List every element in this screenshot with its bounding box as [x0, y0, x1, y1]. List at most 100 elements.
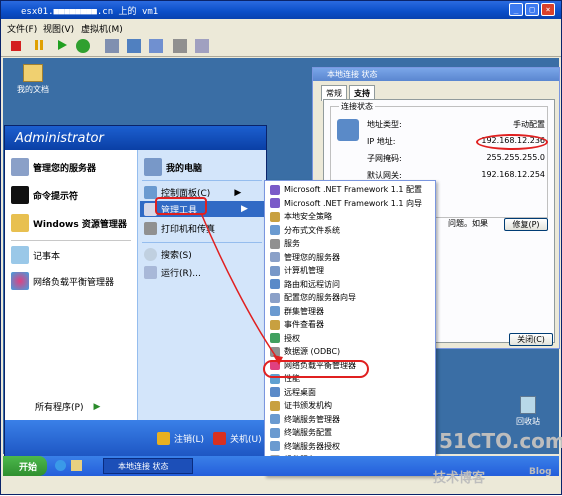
separator — [142, 242, 262, 243]
arrow-right-icon: ▶ — [93, 401, 101, 412]
tool-label: 授权 — [284, 333, 300, 343]
admin-tool-item[interactable]: 群集管理器 — [267, 305, 433, 319]
computer-icon — [144, 158, 162, 176]
admin-tool-item[interactable]: Microsoft .NET Framework 1.1 配置 — [267, 183, 433, 197]
admin-tool-item[interactable]: 计算机管理 — [267, 264, 433, 278]
start-item-admin-tools[interactable]: 管理工具 ▶ — [140, 201, 267, 217]
item-label: 我的电脑 — [166, 163, 203, 174]
explorer-folder-icon — [11, 214, 29, 232]
settings-icon[interactable] — [195, 39, 209, 53]
tool-icon — [270, 360, 280, 371]
start-item-run[interactable]: 运行(R)... — [144, 266, 201, 279]
manage-snapshots-icon[interactable] — [149, 39, 163, 53]
admin-tool-item[interactable]: 管理您的服务器 — [267, 251, 433, 265]
repair-button[interactable]: 修复(P) — [504, 218, 548, 231]
menu-file[interactable]: 文件(F) — [7, 22, 37, 35]
tool-icon — [270, 225, 280, 236]
address-type-label: 地址类型: — [367, 120, 402, 129]
tool-label: 证书颁发机构 — [284, 401, 332, 411]
start-item-explorer[interactable]: Windows 资源管理器 — [11, 214, 127, 232]
desktop-icon-my-documents[interactable]: 我的文档 — [13, 64, 53, 95]
tool-icon — [270, 198, 280, 209]
play-icon[interactable] — [56, 39, 70, 53]
admin-tools-icon — [144, 202, 157, 216]
start-item-control-panel[interactable]: 控制面板(C) ▶ — [144, 186, 241, 199]
tool-label: 终端服务管理器 — [284, 414, 340, 424]
shutdown-button[interactable]: 关机(U) — [213, 432, 262, 445]
reset-icon[interactable] — [76, 39, 90, 53]
maximize-button[interactable]: □ — [525, 3, 539, 16]
power-off-icon[interactable] — [11, 41, 21, 51]
desktop-quicklaunch-icon[interactable] — [71, 460, 82, 471]
admin-tool-item[interactable]: 事件查看器 — [267, 318, 433, 332]
notepad-icon — [11, 246, 29, 264]
start-item-my-computer[interactable]: 我的电脑 — [144, 158, 202, 176]
menu-vm[interactable]: 虚拟机(M) — [81, 22, 123, 35]
dialog-tabs: 常规 支持 — [321, 85, 377, 101]
taskbar-item-status[interactable]: 本地连接 状态 — [103, 458, 193, 474]
tool-label: 分布式文件系统 — [284, 225, 340, 235]
item-label: 管理您的服务器 — [33, 163, 97, 174]
admin-tool-item[interactable]: 数据源 (ODBC) — [267, 345, 433, 359]
start-item-notepad[interactable]: 记事本 — [11, 246, 60, 264]
admin-tool-item[interactable]: 终端服务管理器 — [267, 413, 433, 427]
menubar: 文件(F) 视图(V) 虚拟机(M) — [1, 19, 561, 35]
control-panel-icon — [144, 186, 157, 199]
arrow-right-icon: ▶ — [241, 204, 248, 214]
admin-tool-item[interactable]: 路由和远程访问 — [267, 278, 433, 292]
menu-view[interactable]: 视图(V) — [43, 22, 74, 35]
admin-tool-item[interactable]: 授权 — [267, 332, 433, 346]
item-label: 注销(L) — [174, 435, 205, 445]
admin-tool-item[interactable]: Microsoft .NET Framework 1.1 向导 — [267, 197, 433, 211]
run-icon — [144, 266, 157, 279]
tool-icon — [270, 427, 280, 438]
snapshot-icon[interactable] — [105, 39, 119, 53]
start-button[interactable]: 开始 — [3, 456, 47, 476]
logoff-button[interactable]: 注销(L) — [157, 432, 204, 445]
minimize-button[interactable]: _ — [509, 3, 523, 16]
admin-tool-item[interactable]: 网络负载平衡管理器 — [267, 359, 433, 373]
pause-icon[interactable] — [33, 39, 47, 53]
start-item-manage-server[interactable]: 管理您的服务器 — [11, 158, 96, 176]
item-label: 运行(R)... — [161, 269, 201, 279]
tool-icon — [270, 184, 280, 195]
admin-tool-item[interactable]: 终端服务器授权 — [267, 440, 433, 454]
revert-icon[interactable] — [127, 39, 141, 53]
separator — [11, 240, 131, 241]
tool-label: 群集管理器 — [284, 306, 324, 316]
start-item-cmd[interactable]: 命令提示符 — [11, 186, 78, 204]
item-label: 搜索(S) — [161, 251, 192, 261]
tool-icon — [270, 265, 280, 276]
admin-tool-item[interactable]: 本地安全策略 — [267, 210, 433, 224]
tool-icon — [270, 333, 280, 344]
tool-label: 终端服务器授权 — [284, 441, 340, 451]
toolbar — [1, 35, 561, 57]
admin-tools-submenu: Microsoft .NET Framework 1.1 配置 Microsoft… — [264, 180, 436, 476]
admin-tool-item[interactable]: 配置您的服务器向导 — [267, 291, 433, 305]
separator — [142, 180, 262, 181]
tool-label: 事件查看器 — [284, 320, 324, 330]
admin-tool-item[interactable]: 分布式文件系统 — [267, 224, 433, 238]
start-item-nlb-manager[interactable]: 网络负载平衡管理器 — [11, 272, 114, 290]
dialog-close-button[interactable]: 关闭(C) — [509, 333, 553, 346]
admin-tool-item[interactable]: 性能 — [267, 372, 433, 386]
ie-quicklaunch-icon[interactable] — [55, 460, 66, 471]
admin-tool-item[interactable]: 终端服务配置 — [267, 426, 433, 440]
start-item-printers[interactable]: 打印机和传真 — [144, 222, 215, 235]
all-programs-button[interactable]: 所有程序(P) ▶ — [35, 400, 101, 414]
nlb-manager-icon — [11, 272, 29, 290]
watermark-sub: 技术博客 — [433, 471, 486, 486]
recycle-bin-icon — [520, 396, 536, 414]
start-menu: Administrator 管理您的服务器 命令提示符 Windows 资源管理… — [4, 125, 267, 458]
close-button[interactable]: × — [541, 3, 555, 16]
send-ctrl-alt-del-icon[interactable] — [173, 39, 187, 53]
admin-tool-item[interactable]: 远程桌面 — [267, 386, 433, 400]
tool-icon — [270, 252, 280, 263]
server-icon — [11, 158, 29, 176]
start-item-search[interactable]: 搜索(S) — [144, 248, 192, 261]
admin-tool-item[interactable]: 证书颁发机构 — [267, 399, 433, 413]
admin-tool-item[interactable]: 服务 — [267, 237, 433, 251]
tool-icon — [270, 387, 280, 398]
desktop-icon-recycle-bin[interactable]: 回收站 — [508, 396, 548, 427]
tool-label: 终端服务配置 — [284, 428, 332, 438]
